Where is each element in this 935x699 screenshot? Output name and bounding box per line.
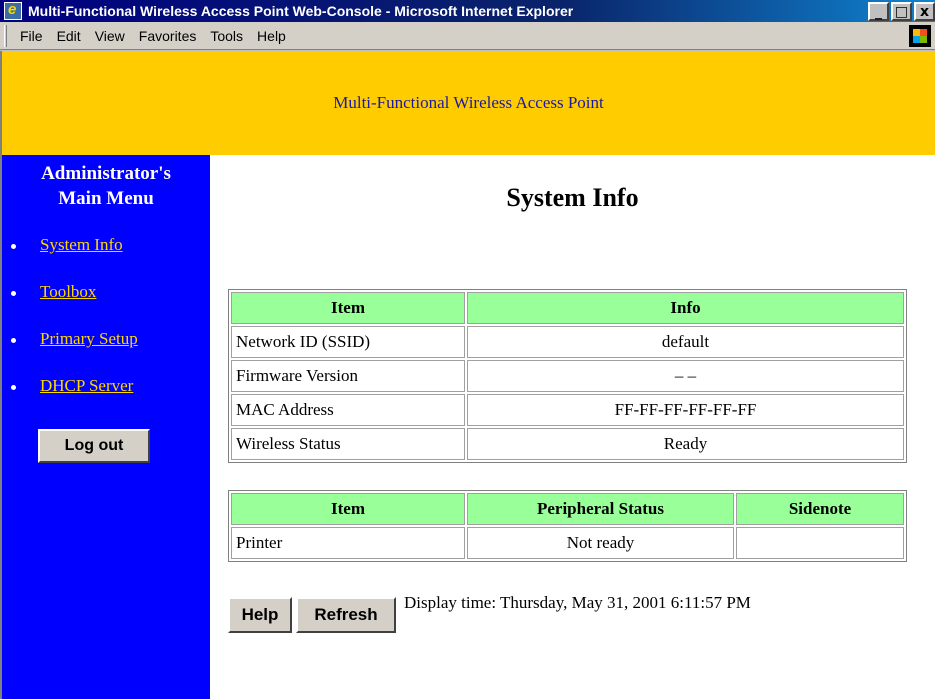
row-label: Printer (231, 527, 465, 559)
column-header-item: Item (231, 292, 465, 324)
menu-edit[interactable]: Edit (50, 28, 88, 44)
table-row: Network ID (SSID) default (231, 326, 904, 358)
row-sidenote (736, 527, 904, 559)
row-value: default (467, 326, 904, 358)
table-header-row: Item Peripheral Status Sidenote (231, 493, 904, 525)
banner-text: Multi-Functional Wireless Access Point (333, 93, 604, 112)
sidebar-title-line1: Administrator's (41, 163, 171, 184)
refresh-button[interactable]: Refresh (296, 597, 396, 633)
windows-logo-icon (909, 25, 931, 47)
footer-actions: Help Refresh Display time: Thursday, May… (228, 593, 751, 633)
display-time: Display time: Thursday, May 31, 2001 6:1… (404, 593, 751, 612)
row-value: FF-FF-FF-FF-FF-FF (467, 394, 904, 426)
system-info-link[interactable]: System Info (40, 235, 123, 254)
main-content: System Info Item Info Network ID (SSID) … (210, 155, 935, 633)
column-header-sidenote: Sidenote (736, 493, 904, 525)
ie-app-icon (4, 1, 22, 20)
toolbox-link[interactable]: Toolbox (40, 282, 96, 301)
menu-view[interactable]: View (88, 28, 132, 44)
window-title: Multi-Functional Wireless Access Point W… (28, 3, 574, 19)
sidebar: Administrator's Main Menu System Info To… (2, 155, 210, 699)
primary-setup-link[interactable]: Primary Setup (40, 329, 138, 348)
close-button[interactable]: x (914, 2, 935, 21)
dhcp-server-link[interactable]: DHCP Server (40, 376, 133, 395)
sidebar-item-dhcp-server: DHCP Server (2, 376, 210, 423)
menu-file[interactable]: File (13, 28, 50, 44)
row-label: Network ID (SSID) (231, 326, 465, 358)
column-header-peripheral-status: Peripheral Status (467, 493, 734, 525)
help-button[interactable]: Help (228, 597, 292, 633)
column-header-info: Info (467, 292, 904, 324)
sidebar-item-primary-setup: Primary Setup (2, 329, 210, 376)
table-row: MAC Address FF-FF-FF-FF-FF-FF (231, 394, 904, 426)
sidebar-links: System Info Toolbox Primary Setup DHCP S… (2, 235, 210, 423)
row-value: – – (467, 360, 904, 392)
minimize-button[interactable]: _ (868, 2, 889, 21)
row-label: MAC Address (231, 394, 465, 426)
sidebar-item-system-info: System Info (2, 235, 210, 282)
system-info-table: Item Info Network ID (SSID) default Firm… (228, 289, 907, 463)
window-controls: _ □ x (866, 2, 935, 21)
row-label: Firmware Version (231, 360, 465, 392)
sidebar-item-toolbox: Toolbox (2, 282, 210, 329)
row-label: Wireless Status (231, 428, 465, 460)
table-row: Printer Not ready (231, 527, 904, 559)
table-row: Firmware Version – – (231, 360, 904, 392)
page-content: Multi-Functional Wireless Access Point A… (0, 51, 935, 699)
column-header-item: Item (231, 493, 465, 525)
table-header-row: Item Info (231, 292, 904, 324)
row-value: Ready (467, 428, 904, 460)
menu-bar: File Edit View Favorites Tools Help (0, 22, 935, 50)
menu-help[interactable]: Help (250, 28, 293, 44)
window-title-bar: Multi-Functional Wireless Access Point W… (0, 0, 935, 22)
peripheral-status-table: Item Peripheral Status Sidenote Printer … (228, 490, 907, 562)
menu-grip[interactable] (4, 24, 7, 47)
sidebar-title: Administrator's Main Menu (2, 161, 210, 211)
menu-tools[interactable]: Tools (203, 28, 250, 44)
sidebar-title-line2: Main Menu (58, 188, 154, 209)
table-row: Wireless Status Ready (231, 428, 904, 460)
logout-button[interactable]: Log out (38, 429, 150, 463)
row-status: Not ready (467, 527, 734, 559)
banner: Multi-Functional Wireless Access Point (2, 51, 935, 155)
menu-favorites[interactable]: Favorites (132, 28, 204, 44)
maximize-button[interactable]: □ (891, 2, 912, 21)
page-title: System Info (506, 183, 639, 212)
